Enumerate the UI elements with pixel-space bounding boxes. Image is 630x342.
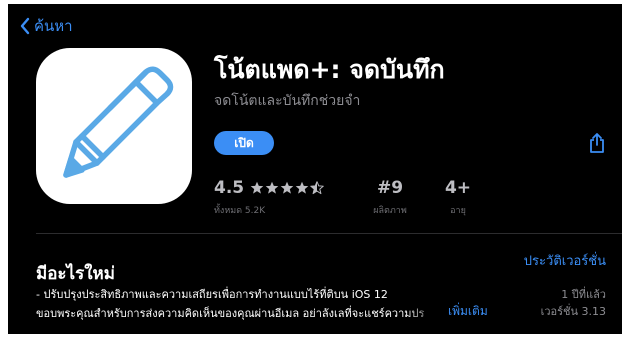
version-history-link[interactable]: ประวัติเวอร์ชั่น [524, 250, 606, 271]
chevron-left-icon [20, 17, 30, 35]
more-link[interactable]: เพิ่มเติม [448, 302, 488, 321]
release-date: 1 ปีที่แล้ว [561, 288, 606, 301]
rank-stat: #9 ผลิตภาพ [368, 178, 412, 217]
release-notes-line-2: ขอบพระคุณสำหรับการส่งความคิดเห็นของคุณผ่… [36, 304, 446, 322]
star-icon [295, 181, 309, 194]
star-rating [250, 181, 325, 195]
ratings-count: ทั้งหมด 5.2K [214, 206, 266, 216]
half-star-icon [310, 181, 324, 195]
rank-category: ผลิตภาพ [373, 206, 407, 216]
back-label: ค้นหา [34, 17, 73, 35]
age-stat: 4+ อายุ [438, 178, 478, 217]
pen-icon [63, 66, 174, 178]
whats-new-heading: มีอะไรใหม่ [36, 264, 115, 284]
back-button[interactable]: ค้นหา [20, 14, 73, 38]
star-icon [250, 181, 264, 194]
app-icon[interactable] [36, 48, 192, 204]
version-number: เวอร์ชั่น 3.13 [540, 305, 606, 318]
open-button[interactable]: เปิด [214, 131, 274, 155]
app-title: โน้ตแพด+: จดบันทึก [214, 55, 445, 84]
share-icon [590, 133, 604, 153]
rating-value: 4.5 [214, 178, 245, 198]
rating-stat: 4.5 ทั้งหมด 5.2K [214, 178, 325, 217]
section-divider [36, 233, 622, 234]
share-button[interactable] [588, 132, 606, 154]
app-subtitle: จดโน้ตและบันทึกช่วยจำ [214, 93, 361, 109]
release-notes-line-1: - ปรับปรุงประสิทธิภาพและความเสถียรเพื่อก… [36, 288, 388, 301]
star-icon [265, 181, 279, 194]
age-value: 4+ [444, 178, 472, 198]
star-icon [280, 181, 294, 194]
age-caption: อายุ [450, 206, 466, 216]
rank-value: #9 [376, 178, 404, 198]
app-store-page: ค้นหา โน้ตแพด+: จดบันทึก จดโน้ตและบันทึก… [8, 4, 622, 334]
